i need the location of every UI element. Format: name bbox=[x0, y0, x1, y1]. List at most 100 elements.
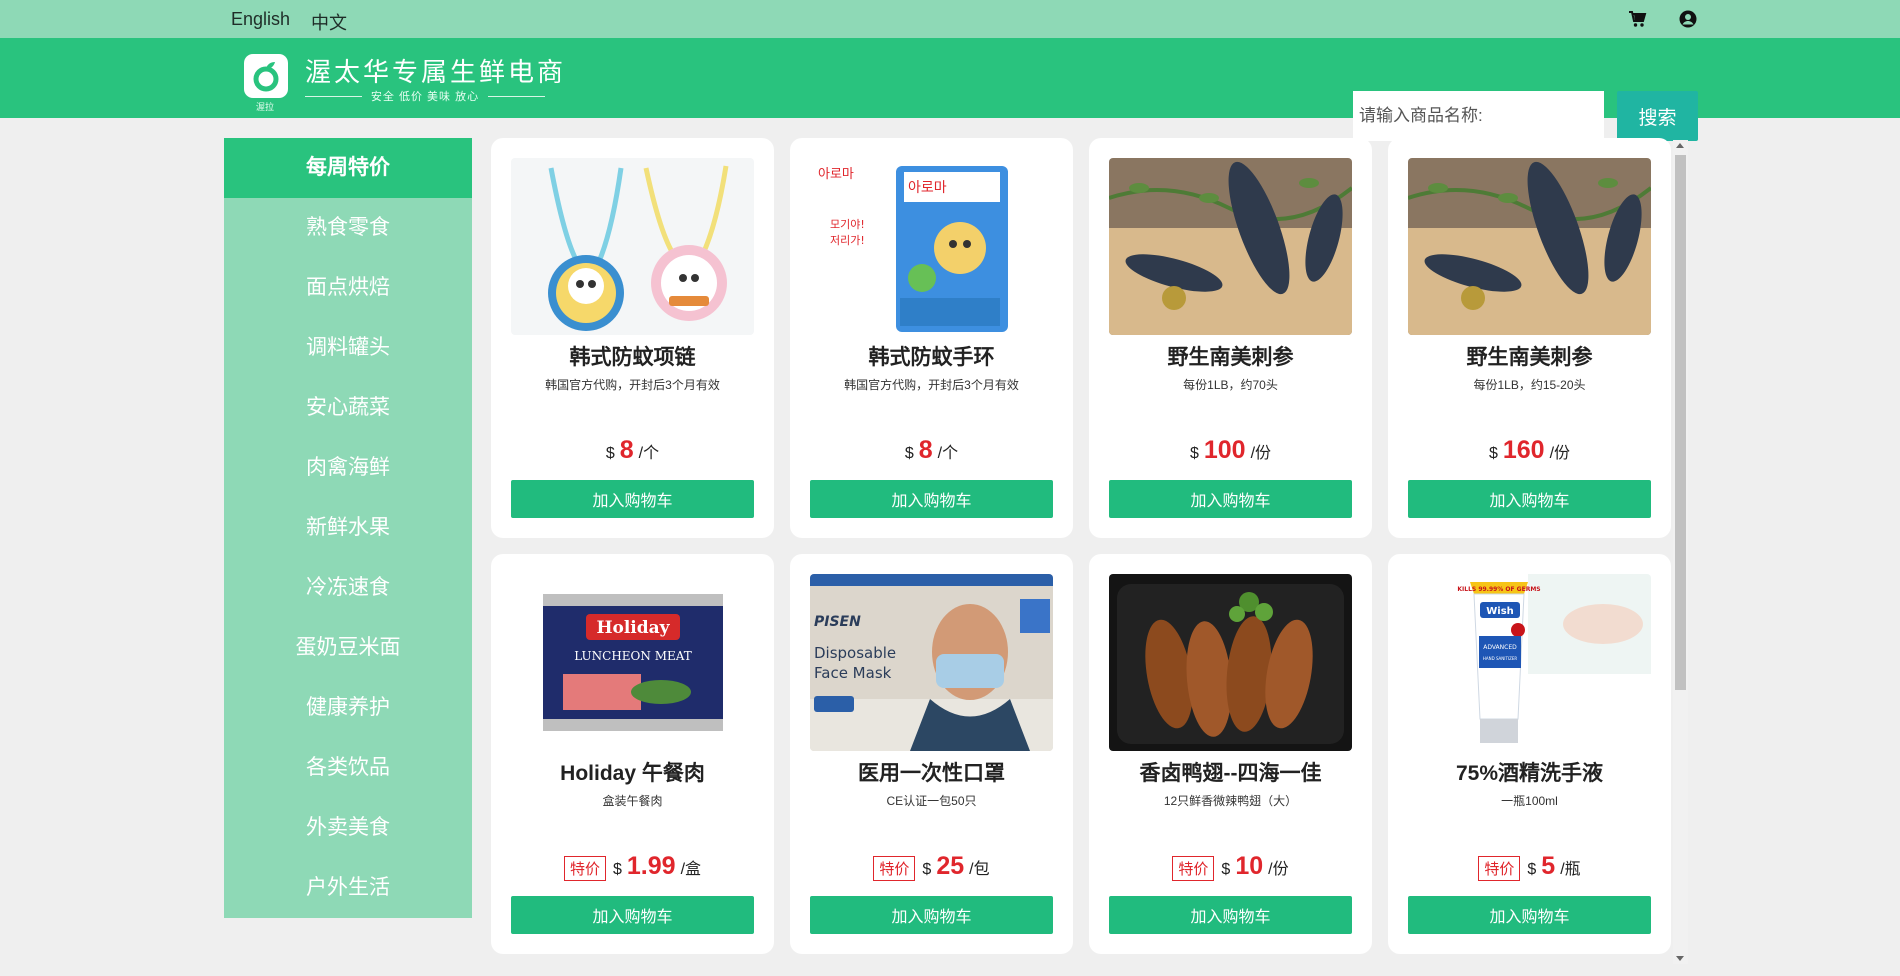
price-amount: 1.99 bbox=[626, 852, 676, 880]
scrollbar-thumb[interactable] bbox=[1675, 155, 1686, 690]
sidebar-item-outdoor-living[interactable]: 户外生活 bbox=[224, 858, 472, 918]
currency-symbol: $ bbox=[904, 445, 914, 462]
price-unit: /份 bbox=[1250, 445, 1272, 462]
brand-tagline: 安全 低价 美味 放心 bbox=[305, 88, 546, 104]
price-row: 特价 $ 10 /份 bbox=[1089, 852, 1372, 881]
search-button[interactable]: 搜索 bbox=[1617, 91, 1698, 141]
scroll-down-arrow-icon[interactable] bbox=[1676, 956, 1684, 961]
price-row: $ 8 /个 bbox=[790, 436, 1073, 465]
sidebar-item-takeout[interactable]: 外卖美食 bbox=[224, 798, 472, 858]
price-row: 特价 $ 1.99 /盒 bbox=[491, 852, 774, 881]
product-image-hand-sanitizer[interactable]: KILLS 99.99% OF GERMS Wish ADVANCED HAND… bbox=[1408, 574, 1651, 751]
product-image-sea-cucumber[interactable] bbox=[1109, 158, 1352, 335]
luncheon-label-text: LUNCHEON MEAT bbox=[574, 649, 692, 663]
price-amount: 8 bbox=[619, 436, 634, 464]
add-to-cart-button[interactable]: 加入购物车 bbox=[511, 896, 754, 934]
product-name[interactable]: 医用一次性口罩 bbox=[790, 757, 1073, 787]
product-description: 每份1LB，约15-20头 bbox=[1473, 378, 1586, 392]
product-image-bracelet[interactable]: 아로마 아로마 모기야! 저리가! bbox=[810, 158, 1053, 335]
sidebar-item-deli-snacks[interactable]: 熟食零食 bbox=[224, 198, 472, 258]
price-unit: /份 bbox=[1549, 445, 1571, 462]
mask-text-line2: Face Mask bbox=[814, 664, 892, 682]
sanitizer-text-line1: ADVANCED bbox=[1483, 644, 1517, 651]
price-unit: /瓶 bbox=[1560, 861, 1581, 878]
sidebar-item-eggs-dairy-grains[interactable]: 蛋奶豆米面 bbox=[224, 618, 472, 678]
price-amount: 5 bbox=[1541, 852, 1556, 880]
add-to-cart-button[interactable]: 加入购物车 bbox=[1109, 896, 1352, 934]
sidebar-item-condiments-canned[interactable]: 调料罐头 bbox=[224, 318, 472, 378]
price-row: $ 160 /份 bbox=[1388, 436, 1671, 465]
price-unit: /盒 bbox=[680, 861, 702, 878]
add-to-cart-button[interactable]: 加入购物车 bbox=[1408, 480, 1651, 518]
price-row: 特价 $ 25 /包 bbox=[790, 852, 1073, 881]
product-image-duck-wings[interactable] bbox=[1109, 574, 1352, 751]
svg-text:저리가!: 저리가! bbox=[830, 234, 865, 247]
special-offer-badge: 特价 bbox=[563, 856, 606, 881]
divider bbox=[305, 95, 362, 97]
sanitizer-banner-text: KILLS 99.99% OF GERMS bbox=[1457, 586, 1540, 593]
currency-symbol: $ bbox=[605, 445, 615, 462]
currency-symbol: $ bbox=[1189, 445, 1199, 462]
product-image-necklace[interactable] bbox=[511, 158, 754, 335]
price-row: $ 8 /个 bbox=[491, 436, 774, 465]
product-card: Holiday LUNCHEON MEAT Holiday 午餐肉 盒装午餐肉 … bbox=[491, 554, 774, 954]
special-offer-badge: 特价 bbox=[1172, 856, 1215, 881]
add-to-cart-button[interactable]: 加入购物车 bbox=[810, 480, 1053, 518]
add-to-cart-button[interactable]: 加入购物车 bbox=[1408, 896, 1651, 934]
product-name[interactable]: 野生南美刺参 bbox=[1089, 341, 1372, 371]
product-list: 韩式防蚊项链 韩国官方代购，开封后3个月有效 $ 8 /个 加入购物车 아로마 … bbox=[491, 138, 1671, 976]
add-to-cart-button[interactable]: 加入购物车 bbox=[1109, 480, 1352, 518]
language-bar: English 中文 bbox=[0, 0, 1900, 38]
product-image-luncheon-meat[interactable]: Holiday LUNCHEON MEAT bbox=[511, 574, 754, 751]
language-english-link[interactable]: English bbox=[231, 9, 290, 30]
currency-symbol: $ bbox=[1527, 861, 1537, 878]
user-circle-icon[interactable] bbox=[1678, 9, 1698, 29]
product-name[interactable]: 野生南美刺参 bbox=[1388, 341, 1671, 371]
currency-symbol: $ bbox=[1221, 861, 1231, 878]
product-image-face-mask[interactable]: PISEN Disposable Face Mask bbox=[810, 574, 1053, 751]
currency-symbol: $ bbox=[612, 861, 622, 878]
price-unit: /个 bbox=[638, 445, 660, 462]
product-name[interactable]: 韩式防蚊手环 bbox=[790, 341, 1073, 371]
language-chinese-link[interactable]: 中文 bbox=[311, 9, 347, 35]
product-card: 野生南美刺参 每份1LB，约15-20头 $ 160 /份 加入购物车 bbox=[1388, 138, 1671, 538]
sidebar-item-weekly-specials[interactable]: 每周特价 bbox=[224, 138, 472, 198]
sidebar-item-frozen-food[interactable]: 冷冻速食 bbox=[224, 558, 472, 618]
sidebar-item-fruit[interactable]: 新鲜水果 bbox=[224, 498, 472, 558]
sidebar-item-vegetables[interactable]: 安心蔬菜 bbox=[224, 378, 472, 438]
product-image-sea-cucumber[interactable] bbox=[1408, 158, 1651, 335]
scroll-up-arrow-icon[interactable] bbox=[1676, 143, 1684, 148]
price-amount: 10 bbox=[1235, 852, 1264, 880]
sidebar-item-bakery[interactable]: 面点烘焙 bbox=[224, 258, 472, 318]
price-amount: 100 bbox=[1203, 436, 1246, 464]
product-name[interactable]: 香卤鸭翅--四海一佳 bbox=[1089, 757, 1372, 787]
product-list-scrollbar[interactable] bbox=[1673, 140, 1688, 964]
special-offer-badge: 特价 bbox=[1478, 856, 1521, 881]
product-description: 每份1LB，约70头 bbox=[1183, 378, 1278, 392]
apple-logo-icon[interactable] bbox=[244, 54, 288, 98]
currency-symbol: $ bbox=[922, 861, 932, 878]
price-row: $ 100 /份 bbox=[1089, 436, 1372, 465]
sidebar-item-health-care[interactable]: 健康养护 bbox=[224, 678, 472, 738]
divider bbox=[488, 95, 546, 97]
site-header: 渥拉 渥太华专属生鲜电商 安全 低价 美味 放心 搜索 bbox=[0, 38, 1900, 141]
product-name[interactable]: 75%酒精洗手液 bbox=[1388, 757, 1671, 787]
add-to-cart-button[interactable]: 加入购物车 bbox=[810, 896, 1053, 934]
brand-title: 渥太华专属生鲜电商 bbox=[305, 57, 567, 87]
sidebar-item-beverages[interactable]: 各类饮品 bbox=[224, 738, 472, 798]
sanitizer-brand-text: Wish bbox=[1486, 606, 1514, 617]
product-card: KILLS 99.99% OF GERMS Wish ADVANCED HAND… bbox=[1388, 554, 1671, 954]
product-name[interactable]: Holiday 午餐肉 bbox=[491, 757, 774, 787]
add-to-cart-button[interactable]: 加入购物车 bbox=[511, 480, 754, 518]
svg-text:아로마: 아로마 bbox=[818, 167, 854, 182]
product-name[interactable]: 韩式防蚊项链 bbox=[491, 341, 774, 371]
search-input[interactable] bbox=[1353, 91, 1604, 141]
mask-text-line1: Disposable bbox=[814, 644, 896, 662]
product-description: 韩国官方代购，开封后3个月有效 bbox=[545, 378, 720, 392]
price-amount: 25 bbox=[936, 852, 965, 880]
svg-text:모기야!: 모기야! bbox=[830, 218, 865, 231]
price-amount: 8 bbox=[918, 436, 933, 464]
sidebar-item-meat-seafood[interactable]: 肉禽海鲜 bbox=[224, 438, 472, 498]
product-card: 香卤鸭翅--四海一佳 12只鲜香微辣鸭翅（大） 特价 $ 10 /份 加入购物车 bbox=[1089, 554, 1372, 954]
shopping-cart-icon[interactable] bbox=[1627, 9, 1647, 29]
